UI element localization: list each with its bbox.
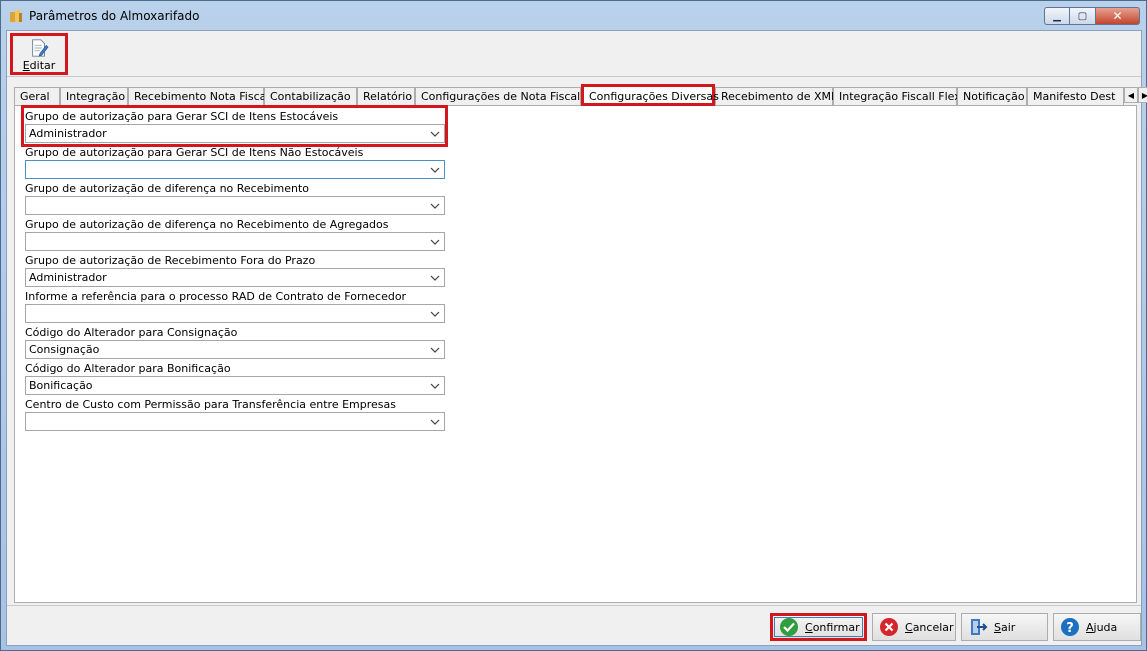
exit-label: Sair	[994, 620, 1016, 634]
combo-value: Administrador	[29, 271, 107, 284]
chevron-down-icon	[429, 201, 441, 211]
minimize-icon: ▁	[1053, 10, 1061, 22]
field-alterador-bonificacao: Código do Alterador para Bonificação Bon…	[25, 362, 445, 395]
arrow-left-icon: ◀	[1127, 90, 1135, 100]
close-icon: ✕	[1112, 9, 1123, 23]
chevron-down-icon	[429, 165, 441, 175]
tab-manifesto-dest[interactable]: Manifesto Dest	[1027, 87, 1124, 105]
field-sci-estocaveis: Grupo de autorização para Gerar SCI de I…	[25, 110, 445, 143]
chevron-down-icon	[429, 381, 441, 391]
tab-scroll-left-button[interactable]: ◀	[1124, 87, 1138, 103]
combo-diferenca-recebimento[interactable]	[25, 196, 445, 215]
field-label: Grupo de autorização de Recebimento Fora…	[25, 254, 316, 267]
chevron-down-icon	[429, 345, 441, 355]
field-sci-nao-estocaveis: Grupo de autorização para Gerar SCI de I…	[25, 146, 445, 179]
chevron-down-icon	[429, 129, 441, 139]
tab-configuracoes-nota-fiscal[interactable]: Configurações de Nota Fiscal	[415, 87, 581, 105]
confirm-button[interactable]: Confirmar	[770, 613, 867, 641]
combo-diferenca-agregados[interactable]	[25, 232, 445, 251]
arrow-right-icon: ▶	[1141, 90, 1147, 100]
toolbar: Editar	[7, 31, 1141, 77]
tab-notificacao[interactable]: Notificação	[957, 87, 1027, 105]
field-label: Grupo de autorização de diferença no Rec…	[25, 218, 389, 231]
app-icon	[9, 9, 23, 23]
field-label: Código do Alterador para Consignação	[25, 326, 238, 339]
combo-alterador-consignacao[interactable]: Consignação	[25, 340, 445, 359]
field-diferenca-agregados: Grupo de autorização de diferença no Rec…	[25, 218, 445, 251]
tab-panel: Grupo de autorização para Gerar SCI de I…	[14, 105, 1137, 603]
combo-centro-custo[interactable]	[25, 412, 445, 431]
tab-configuracoes-diversas[interactable]: Configurações Diversas	[581, 84, 719, 106]
exit-button[interactable]: Sair	[961, 613, 1048, 641]
field-diferenca-recebimento: Grupo de autorização de diferença no Rec…	[25, 182, 445, 215]
edit-button-label: Editar	[22, 59, 56, 72]
field-centro-custo: Centro de Custo com Permissão para Trans…	[25, 398, 445, 431]
maximize-icon: ▢	[1077, 10, 1088, 22]
field-label: Código do Alterador para Bonificação	[25, 362, 231, 375]
combo-sci-nao-estocaveis[interactable]	[25, 160, 445, 179]
close-button[interactable]: ✕	[1096, 7, 1140, 25]
minimize-button[interactable]: ▁	[1044, 7, 1070, 25]
client-area: Editar Geral Integração Recebimento Nota…	[6, 30, 1147, 646]
field-label: Grupo de autorização para Gerar SCI de I…	[25, 110, 339, 123]
help-label: Ajuda	[1086, 620, 1118, 634]
svg-text:?: ?	[1066, 621, 1074, 636]
field-alterador-consignacao: Código do Alterador para Consignação Con…	[25, 326, 445, 359]
tab-geral[interactable]: Geral	[14, 87, 60, 105]
combo-rad-contrato[interactable]	[25, 304, 445, 323]
tab-recebimento-nota-fiscal[interactable]: Recebimento Nota Fiscal	[128, 87, 269, 105]
button-bar: Confirmar Cancelar Sair ? Ajuda	[7, 605, 1141, 645]
cancel-button[interactable]: Cancelar	[872, 613, 956, 641]
combo-fora-do-prazo[interactable]: Administrador	[25, 268, 445, 287]
chevron-down-icon	[429, 273, 441, 283]
tab-scroll-right-button[interactable]: ▶	[1138, 87, 1147, 103]
cancel-circle-icon	[880, 618, 898, 636]
main-window: Parâmetros do Almoxarifado ▁ ▢ ✕ Editar …	[0, 0, 1147, 651]
title-bar[interactable]: Parâmetros do Almoxarifado ▁ ▢ ✕	[1, 1, 1146, 30]
window-title: Parâmetros do Almoxarifado	[29, 9, 200, 23]
combo-value: Consignação	[29, 343, 100, 356]
field-label: Centro de Custo com Permissão para Trans…	[25, 398, 396, 411]
edit-button[interactable]: Editar	[10, 33, 68, 75]
tab-recebimento-xml[interactable]: Recebimento de XML	[715, 87, 837, 105]
field-label: Grupo de autorização para Gerar SCI de I…	[25, 146, 364, 159]
maximize-button[interactable]: ▢	[1070, 7, 1096, 25]
combo-sci-estocaveis[interactable]: Administrador	[25, 124, 445, 143]
tab-relatorio[interactable]: Relatório	[357, 87, 415, 105]
help-icon: ?	[1061, 618, 1079, 636]
combo-value: Administrador	[29, 127, 107, 140]
chevron-down-icon	[429, 417, 441, 427]
confirm-label: Confirmar	[805, 620, 860, 634]
field-fora-do-prazo: Grupo de autorização de Recebimento Fora…	[25, 254, 445, 287]
field-label: Informe a referência para o processo RAD…	[25, 290, 407, 303]
exit-door-icon	[971, 619, 988, 635]
help-button[interactable]: ? Ajuda	[1053, 613, 1141, 641]
field-rad-contrato: Informe a referência para o processo RAD…	[25, 290, 445, 323]
chevron-down-icon	[429, 309, 441, 319]
combo-alterador-bonificacao[interactable]: Bonificação	[25, 376, 445, 395]
cancel-label: Cancelar	[905, 620, 954, 634]
combo-value: Bonificação	[29, 379, 93, 392]
chevron-down-icon	[429, 237, 441, 247]
tab-integracao[interactable]: Integração	[60, 87, 128, 105]
field-label: Grupo de autorização de diferença no Rec…	[25, 182, 310, 195]
tab-integracao-fiscall-flex[interactable]: Integração Fiscall Flex	[833, 87, 961, 105]
edit-document-icon	[32, 39, 49, 57]
tab-strip: Geral Integração Recebimento Nota Fiscal…	[14, 84, 1147, 106]
tab-contabilizacao[interactable]: Contabilização	[264, 87, 357, 105]
check-circle-icon	[780, 618, 798, 636]
